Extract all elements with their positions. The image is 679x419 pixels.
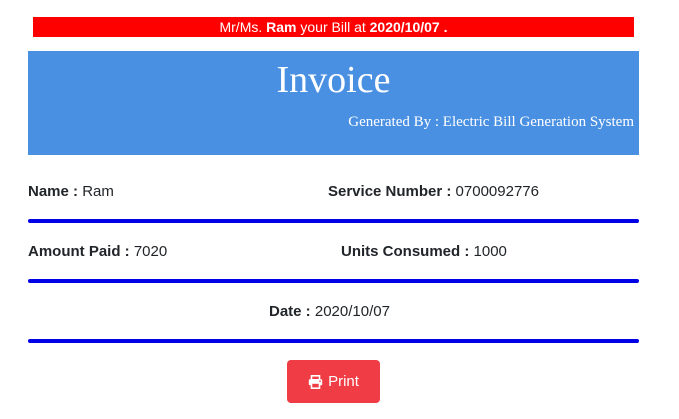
name-field: Name : Ram [28,183,114,200]
invoice-header: Invoice Generated By : Electric Bill Gen… [28,51,639,155]
notice-prefix: Mr/Ms. [219,19,267,35]
print-label: Print [328,373,359,390]
notice-suffix: . [439,19,448,35]
bill-notice-banner: Mr/Ms. Ram your Bill at 2020/10/07 . [33,17,634,37]
units-consumed-field: Units Consumed : 1000 [341,243,507,260]
amount-paid-field: Amount Paid : 7020 [28,243,167,260]
amount-paid-value: 7020 [129,243,168,260]
service-number-field: Service Number : 0700092776 [328,183,539,200]
units-consumed-value: 1000 [469,243,507,260]
printer-icon [308,374,323,389]
divider-2 [28,279,639,283]
date-label: Date : [269,303,311,320]
notice-middle: your Bill at [296,19,370,35]
name-label: Name : [28,183,79,200]
print-button[interactable]: Print [287,360,380,403]
service-number-value: 0700092776 [451,183,539,200]
amount-paid-label: Amount Paid : [28,243,130,260]
invoice-title: Invoice [276,59,391,101]
divider-1 [28,219,639,223]
notice-customer-name: Ram [266,19,297,35]
service-number-label: Service Number : [328,183,452,200]
date-value: 2020/10/07 [310,303,390,320]
name-value: Ram [78,183,114,200]
notice-date: 2020/10/07 [369,19,440,35]
divider-3 [28,339,639,343]
invoice-subtitle: Generated By : Electric Bill Generation … [348,114,634,130]
date-field: Date : 2020/10/07 [269,303,390,320]
units-consumed-label: Units Consumed : [341,243,470,260]
